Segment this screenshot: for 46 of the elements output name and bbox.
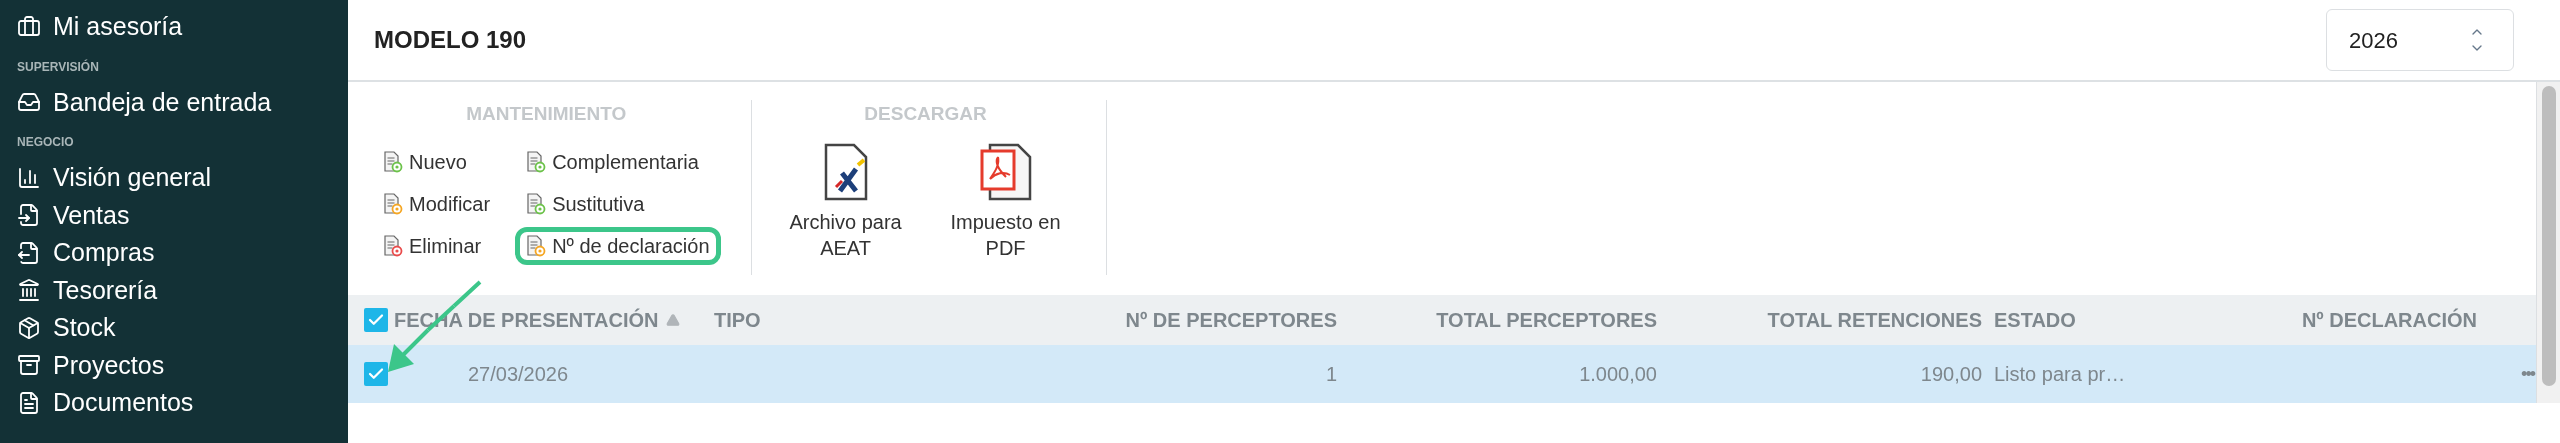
table-cell-text: 1 bbox=[1325, 362, 1337, 387]
sort-icon bbox=[666, 313, 681, 327]
sidebar-item[interactable]: Stock bbox=[17, 309, 331, 347]
sidebar-item[interactable]: Compras bbox=[17, 234, 331, 272]
page-title: MODELO 190 bbox=[374, 25, 527, 55]
section-heading: NEGOCIO bbox=[17, 134, 75, 151]
document-arrow-icon bbox=[17, 240, 41, 265]
download-button[interactable]: Impuesto en PDF bbox=[935, 142, 1076, 261]
checkbox[interactable] bbox=[364, 308, 388, 332]
group-title: MANTENIMIENTO bbox=[466, 102, 627, 126]
year-select[interactable]: 2026 bbox=[2326, 9, 2514, 71]
sidebar-item[interactable]: Documentos bbox=[17, 384, 331, 422]
table-cell-text: 27/03/2026 bbox=[468, 362, 569, 387]
briefcase-icon bbox=[17, 14, 41, 39]
sidebar-item[interactable]: Mi asesoría bbox=[17, 8, 331, 46]
sidebar-item[interactable]: Visión general bbox=[17, 159, 331, 197]
document-badge-icon bbox=[383, 234, 403, 257]
download-button[interactable]: Archivo para AEAT bbox=[775, 142, 916, 261]
archive-icon bbox=[17, 353, 41, 378]
toolbar-button[interactable]: Eliminar bbox=[372, 226, 502, 265]
table-cell-text: 190,00 bbox=[1920, 362, 1982, 387]
toolbar-button[interactable]: Complementaria bbox=[515, 142, 721, 181]
pdf-file-icon bbox=[979, 142, 1032, 201]
sidebar-item[interactable]: Ventas bbox=[17, 196, 331, 234]
checkbox[interactable] bbox=[364, 362, 388, 386]
document-badge-icon bbox=[526, 150, 547, 173]
table-cell-text: 1.000,00 bbox=[1579, 362, 1657, 387]
sidebar-item[interactable]: Proyectos bbox=[17, 346, 331, 384]
toolbar-button[interactable]: Nº de declaración bbox=[515, 226, 721, 265]
bank-icon bbox=[17, 278, 41, 303]
document-arrow-icon bbox=[17, 203, 41, 228]
document-badge-icon bbox=[383, 192, 403, 215]
document-badge-icon bbox=[526, 234, 547, 257]
group-title: DESCARGAR bbox=[864, 102, 987, 126]
document-badge-icon bbox=[383, 150, 403, 173]
toolbar-button[interactable]: Modificar bbox=[372, 184, 502, 223]
sidebar-item[interactable]: Tesorería bbox=[17, 271, 331, 309]
toolbar-button[interactable]: Sustitutiva bbox=[515, 184, 721, 223]
document-icon bbox=[17, 390, 41, 415]
section-heading: SUPERVISIÓN bbox=[17, 58, 100, 76]
document-badge-icon bbox=[526, 192, 547, 215]
toolbar-button[interactable]: Nuevo bbox=[372, 142, 502, 181]
table-cell-text: Listo para pr… bbox=[1994, 362, 2126, 387]
bar-chart-icon bbox=[17, 165, 41, 190]
sidebar-item[interactable]: Bandeja de entrada bbox=[17, 83, 331, 121]
box-icon bbox=[17, 315, 41, 340]
